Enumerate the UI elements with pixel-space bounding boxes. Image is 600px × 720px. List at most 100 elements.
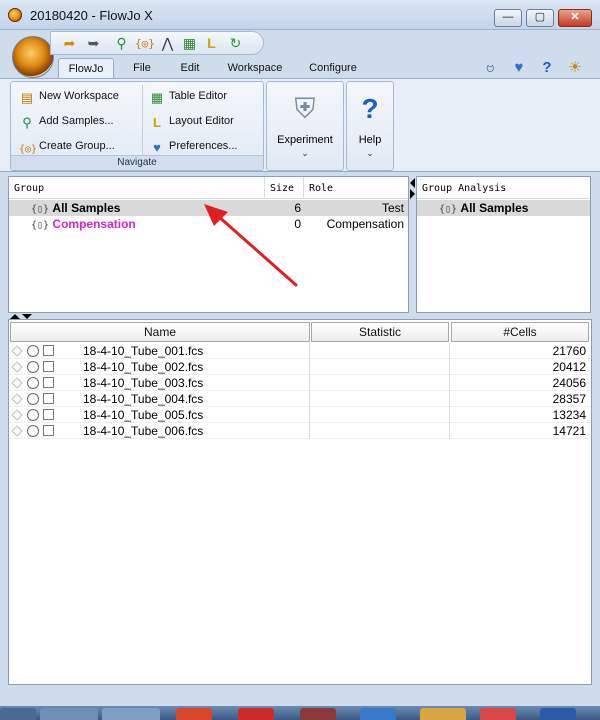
sample-cells: 21760 [552,344,586,358]
column-header-statistic[interactable]: Statistic [311,322,449,342]
collapse-left-icon[interactable] [410,178,415,188]
refresh-icon[interactable]: ↻ [227,35,244,52]
taskbar-app-icon[interactable] [176,708,212,720]
navigate-divider [142,85,143,155]
flowjo-app-icon [8,8,22,22]
sample-name: 18-4-10_Tube_001.fcs [83,344,204,358]
close-button[interactable]: ✕ [558,9,592,27]
samples-table-header: Name Statistic #Cells [9,322,591,342]
sample-name: 18-4-10_Tube_006.fcs [83,424,204,438]
sample-cells: 13234 [552,408,586,422]
column-header-cells[interactable]: #Cells [451,322,589,342]
collapse-right-icon[interactable] [410,189,415,199]
group-size: 6 [294,201,301,215]
taskbar-start-icon[interactable] [0,708,36,720]
group-row-compensation[interactable]: {▯} Compensation 0 Compensation [9,216,408,232]
column-header-group[interactable]: Group [9,177,265,199]
preferences-button[interactable]: ♥ Preferences... [149,136,237,156]
ribbon-tab-row: FlowJo File Edit Workspace Configure ဗ ♥… [0,56,600,78]
help-question-icon[interactable]: ? [538,59,556,77]
layout-editor-button[interactable]: L Layout Editor [149,111,234,131]
experiment-group: ⛨ Experiment ⌄ [266,81,344,171]
layout-editor-icon: L [153,115,161,130]
taskbar-app-icon[interactable] [238,708,274,720]
table-row[interactable]: 18-4-10_Tube_003.fcs 24056 [9,375,591,391]
table-row[interactable]: 18-4-10_Tube_006.fcs 14721 [9,423,591,439]
create-group-label: Create Group... [39,140,115,152]
taskbar-flowjo-icon[interactable] [420,708,466,720]
chevron-down-icon: ⌄ [301,148,309,158]
title-bar: 20180420 - FlowJo X — ▢ ✕ [0,0,600,30]
gate-tool-icon[interactable]: ⚲ [113,35,130,52]
experiment-label: Experiment [277,134,333,146]
sample-statistic [310,359,450,375]
help-button[interactable]: ? Help ⌄ [347,82,393,170]
sample-statistic [310,343,450,359]
navigate-group: ▤ New Workspace ⚲ Add Samples... {◎} Create… [10,81,264,171]
group-folder-icon: {▯} [439,204,458,215]
new-workspace-button[interactable]: ▤ New Workspace [19,86,119,106]
sample-cells: 14721 [552,424,586,438]
table-icon[interactable]: ▦ [181,35,198,52]
group-role: Compensation [326,217,404,231]
taskbar-app-icon[interactable] [360,708,396,720]
sample-cells: 24056 [552,376,586,390]
column-header-size[interactable]: Size [265,177,304,199]
group-row-all-samples[interactable]: {▯} All Samples 6 Test [9,200,408,216]
tab-workspace[interactable]: Workspace [224,58,286,78]
column-header-name[interactable]: Name [10,322,310,342]
layout-icon[interactable]: L [203,35,220,52]
windows-taskbar [0,706,600,720]
analysis-row-all-samples[interactable]: {▯} All Samples [417,200,590,216]
taskbar-app-icon[interactable] [480,708,516,720]
tab-flowjo[interactable]: FlowJo [58,58,114,78]
experiment-button[interactable]: ⛨ Experiment ⌄ [267,82,343,170]
preferences-label: Preferences... [169,140,238,152]
chevron-down-icon: ⌄ [366,148,374,158]
taskbar-app-icon[interactable] [300,708,336,720]
analysis-group-name: All Samples [460,201,529,215]
taskbar-app-icon[interactable] [40,708,98,720]
table-row[interactable]: 18-4-10_Tube_004.fcs 28357 [9,391,591,407]
table-row[interactable]: 18-4-10_Tube_005.fcs 13234 [9,407,591,423]
column-header-role[interactable]: Role [304,177,408,199]
help-label: Help [358,134,382,146]
sample-statistic [310,407,450,423]
tab-file[interactable]: File [124,58,160,78]
sample-cells: 28357 [552,392,586,406]
quick-access-toolbar: ➦ ➥ ⚲ {◎} ⋀ ▦ L ↻ [50,31,264,55]
table-row[interactable]: 18-4-10_Tube_002.fcs 20412 [9,359,591,375]
sample-statistic [310,423,450,439]
help-group: ? Help ⌄ [346,81,394,171]
ribbon-awareness-icon[interactable]: ဗ [481,59,499,77]
heart-icon[interactable]: ♥ [510,59,528,77]
sample-name: 18-4-10_Tube_002.fcs [83,360,204,374]
taskbar-app-icon[interactable] [540,708,576,720]
group-size: 0 [294,217,301,231]
sample-cells: 20412 [552,360,586,374]
histogram-icon[interactable]: ⋀ [159,35,176,52]
group-role: Test [381,201,404,215]
tab-edit[interactable]: Edit [172,58,208,78]
maximize-button[interactable]: ▢ [526,9,554,27]
minimize-button[interactable]: — [494,9,522,27]
help-big-question-icon: ? [361,93,379,124]
add-samples-button[interactable]: ⚲ Add Samples... [19,111,113,131]
table-editor-button[interactable]: ▦ Table Editor [149,86,227,106]
taskbar-app-icon[interactable] [102,708,160,720]
ribbon-panel: ▤ New Workspace ⚲ Add Samples... {◎} Create… [0,78,600,172]
navigate-group-label: Navigate [11,155,263,170]
tab-configure[interactable]: Configure [304,58,362,78]
group-name: Compensation [52,217,136,231]
new-workspace-label: New Workspace [39,90,119,102]
group-analysis-header: Group Analysis [417,177,590,199]
sample-name: 18-4-10_Tube_003.fcs [83,376,204,390]
table-row[interactable]: 18-4-10_Tube_001.fcs 21760 [9,343,591,359]
sun-settings-icon[interactable]: ☀ [566,59,584,77]
group-icon[interactable]: {◎} [135,35,155,52]
table-editor-icon: ▦ [150,90,164,105]
create-group-button[interactable]: {◎} Create Group... [19,136,115,156]
folder-open-icon[interactable]: ➦ [61,35,78,52]
redo-icon[interactable]: ➥ [85,35,102,52]
group-analysis-title: Group Analysis [422,183,507,194]
